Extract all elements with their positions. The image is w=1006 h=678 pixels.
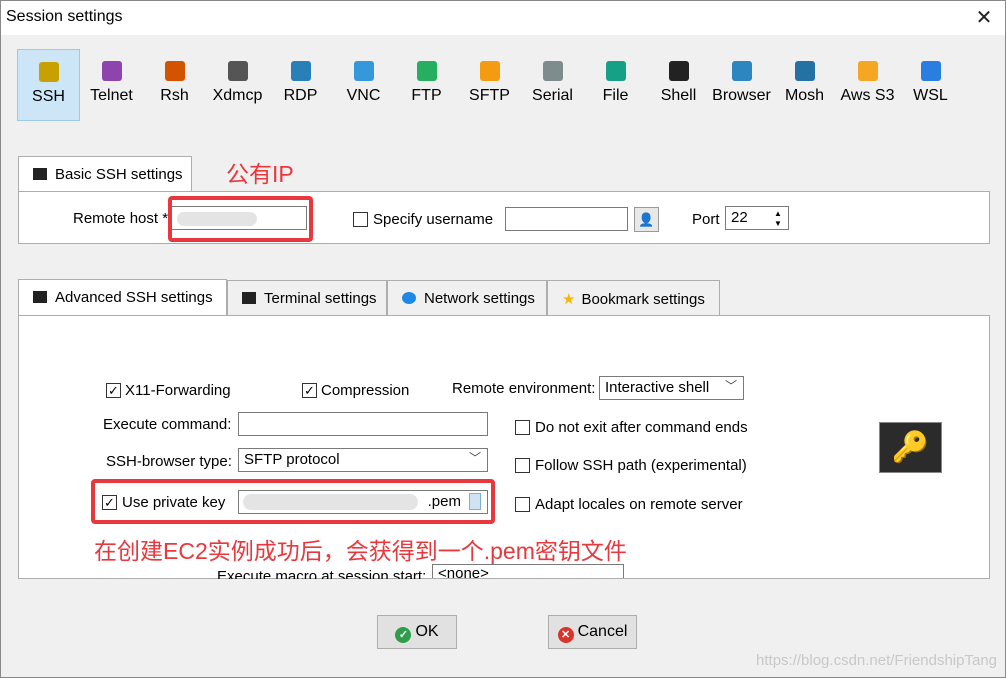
highlight-private-key (91, 479, 495, 524)
remote-host-label: Remote host * (73, 210, 169, 227)
execute-command-input[interactable] (238, 412, 488, 436)
protocol-ssh-button[interactable]: SSH (17, 49, 80, 121)
ok-button[interactable]: ✓ OK (377, 615, 457, 649)
do-not-exit-checkbox[interactable] (515, 420, 530, 435)
tab-label: Bookmark settings (581, 291, 705, 308)
select-value: Interactive shell (605, 379, 710, 396)
basic-settings-panel: Remote host * Specify username 👤 Port 22… (18, 191, 990, 244)
protocol-wsl-button[interactable]: WSL (899, 49, 962, 121)
adapt-locales-label: Adapt locales on remote server (535, 496, 743, 513)
protocol-file-button[interactable]: File (584, 49, 647, 121)
rdp-icon (290, 61, 311, 81)
username-input[interactable] (505, 207, 628, 231)
telnet-icon (101, 61, 122, 81)
tab-terminal-settings[interactable]: Terminal settings (227, 280, 387, 315)
specify-username-checkbox[interactable] (353, 212, 368, 227)
wsl-icon (920, 61, 941, 81)
ssh-browser-type-label: SSH-browser type: (106, 453, 232, 470)
highlight-remote-host (168, 196, 313, 242)
select-value: SFTP protocol (244, 451, 340, 468)
protocol-serial-button[interactable]: Serial (521, 49, 584, 121)
port-label: Port (692, 211, 720, 228)
tab-bookmark-settings[interactable]: ★ Bookmark settings (547, 280, 720, 315)
x11-forwarding-checkbox[interactable]: ✓ (106, 383, 121, 398)
select-value: <none> (438, 565, 489, 578)
tab-basic-ssh-settings[interactable]: Basic SSH settings (18, 156, 192, 193)
protocol-telnet-button[interactable]: Telnet (80, 49, 143, 121)
compression-checkbox[interactable]: ✓ (302, 383, 317, 398)
window-title: Session settings (6, 8, 123, 25)
key-icon (33, 168, 47, 180)
compression-label: Compression (321, 382, 410, 399)
ok-label: OK (415, 623, 439, 640)
follow-ssh-path-checkbox[interactable] (515, 458, 530, 473)
aws-s3-icon (857, 61, 878, 81)
chevron-down-icon: ﹀ (724, 379, 737, 393)
follow-ssh-path-label: Follow SSH path (experimental) (535, 457, 747, 474)
key-icon (33, 291, 47, 303)
close-icon[interactable]: ✕ (971, 5, 997, 31)
tab-label: Network settings (424, 290, 535, 307)
protocol-mosh-button[interactable]: Mosh (773, 49, 836, 121)
tab-label: Terminal settings (264, 290, 377, 307)
cancel-icon: ✕ (557, 627, 574, 643)
browser-icon (731, 61, 752, 81)
check-icon: ✓ (395, 627, 412, 643)
tab-advanced-ssh-settings[interactable]: Advanced SSH settings (18, 279, 227, 316)
mosh-icon (794, 61, 815, 81)
execute-command-label: Execute command: (103, 416, 232, 433)
tab-label: Basic SSH settings (55, 166, 183, 183)
ftp-icon (416, 61, 437, 81)
protocol-label: WSL (913, 87, 948, 104)
annotation-public-ip: 公有IP (226, 161, 294, 187)
port-spinner[interactable]: ▲ ▼ (771, 209, 785, 229)
xdmcp-icon (227, 61, 248, 81)
star-icon: ★ (562, 291, 576, 308)
file-icon (605, 61, 626, 81)
key-icon (38, 62, 59, 82)
protocol-browser-button[interactable]: Browser (710, 49, 773, 121)
watermark: https://blog.csdn.net/FriendshipTang (756, 652, 997, 669)
protocol-selector: SSH Telnet Rsh Xdmcp RDP VNC FTP SFTP Serial File… (17, 49, 962, 121)
cancel-button[interactable]: ✕ Cancel (548, 615, 637, 649)
serial-icon (542, 61, 563, 81)
protocol-rdp-button[interactable]: RDP (269, 49, 332, 121)
do-not-exit-label: Do not exit after command ends (535, 419, 748, 436)
execute-macro-label: Execute macro at session start: (217, 568, 427, 579)
tab-network-settings[interactable]: Network settings (387, 280, 547, 315)
network-icon (402, 292, 416, 304)
protocol-shell-button[interactable]: Shell (647, 49, 710, 121)
key-icon: 🔑 (879, 422, 942, 473)
remote-environment-label: Remote environment: (452, 380, 596, 397)
user-icon[interactable]: 👤 (634, 207, 659, 232)
annotation-pem-note: 在创建EC2实例成功后，会获得到一个.pem密钥文件 (94, 538, 627, 564)
protocol-ftp-button[interactable]: FTP (395, 49, 458, 121)
sftp-icon (479, 61, 500, 81)
execute-macro-select[interactable]: <none> (432, 564, 624, 578)
advanced-settings-panel: ✓ X11-Forwarding ✓ Compression Remote en… (18, 315, 990, 579)
cancel-label: Cancel (577, 623, 628, 640)
shell-icon (668, 61, 689, 81)
title-bar: Session settings ✕ (1, 1, 1005, 35)
remote-environment-select[interactable]: Interactive shell ﹀ (599, 376, 744, 400)
ssh-browser-type-select[interactable]: SFTP protocol ﹀ (238, 448, 488, 472)
protocol-xdmcp-button[interactable]: Xdmcp (206, 49, 269, 121)
tab-label: Advanced SSH settings (55, 289, 213, 306)
protocol-aws-s3-button[interactable]: Aws S3 (836, 49, 899, 121)
vnc-icon (353, 61, 374, 81)
chevron-down-icon: ﹀ (468, 451, 481, 465)
adapt-locales-checkbox[interactable] (515, 497, 530, 512)
rsh-icon (164, 61, 185, 81)
session-settings-dialog: Session settings ✕ SSH Telnet Rsh Xdmcp RDP V… (0, 0, 1006, 678)
terminal-icon (242, 292, 256, 304)
protocol-sftp-button[interactable]: SFTP (458, 49, 521, 121)
protocol-rsh-button[interactable]: Rsh (143, 49, 206, 121)
x11-forwarding-label: X11-Forwarding (125, 382, 231, 399)
specify-username-label: Specify username (373, 211, 494, 228)
protocol-vnc-button[interactable]: VNC (332, 49, 395, 121)
